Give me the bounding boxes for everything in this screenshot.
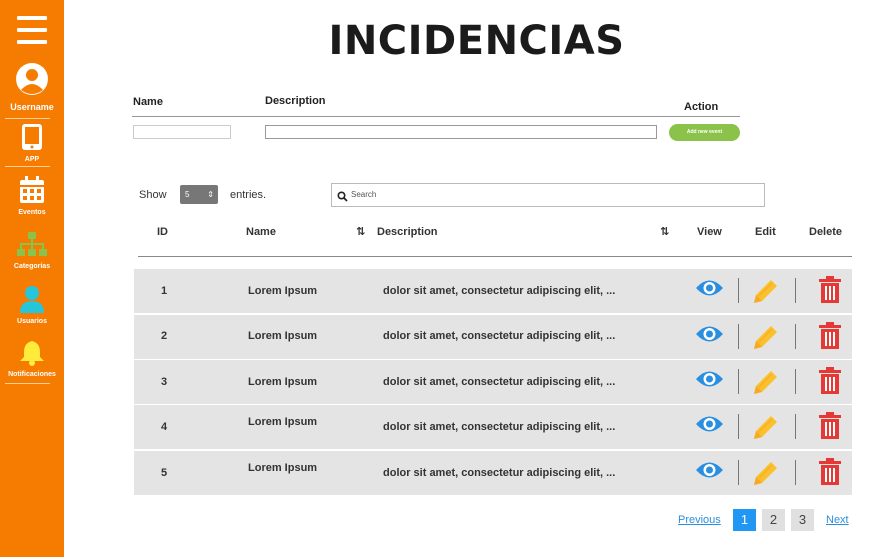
row-description: dolor sit amet, consectetur adipiscing e… <box>383 376 616 388</box>
trash-icon[interactable] <box>818 367 842 400</box>
row-id: 5 <box>161 467 168 479</box>
sidebar-user-label: Username <box>10 102 54 112</box>
form-name-label: Name <box>133 96 163 108</box>
row-description: dolor sit amet, consectetur adipiscing e… <box>383 285 616 297</box>
pagination-previous[interactable]: Previous <box>678 514 721 526</box>
form-description-label: Description <box>265 95 326 107</box>
sidebar: Username APP Eventos Categorías Usuarios… <box>0 0 64 557</box>
header-id[interactable]: ID <box>157 226 168 238</box>
sidebar-item-app[interactable]: APP <box>0 123 64 164</box>
search-placeholder: Search <box>351 190 377 199</box>
sidebar-item-label: Eventos <box>18 209 46 216</box>
row-name: Lorem Ipsum <box>248 416 318 428</box>
pencil-icon[interactable] <box>751 458 779 493</box>
sidebar-item-label: APP <box>24 156 40 163</box>
sort-icon[interactable]: ⇅ <box>660 225 669 238</box>
header-delete: Delete <box>809 226 843 238</box>
action-separator <box>738 324 739 349</box>
sidebar-item-notificaciones[interactable]: Notificaciones <box>0 340 64 379</box>
header-view: View <box>697 226 722 238</box>
row-id: 4 <box>161 421 168 433</box>
tablet-icon <box>20 124 44 155</box>
pencil-icon[interactable] <box>751 367 779 402</box>
form-divider <box>132 116 740 117</box>
pagination-next[interactable]: Next <box>826 514 849 526</box>
entries-select[interactable]: 5 ⇕ <box>180 185 218 204</box>
row-name: Lorem Ipsum <box>248 462 318 474</box>
table-row: 5 Lorem Ipsum dolor sit amet, consectetu… <box>134 451 852 495</box>
pencil-icon[interactable] <box>751 322 779 357</box>
sidebar-divider <box>5 166 50 167</box>
form-action-label: Action <box>684 101 719 113</box>
bell-icon <box>19 341 45 370</box>
row-name: Lorem Ipsum <box>248 330 318 342</box>
row-description: dolor sit amet, consectetur adipiscing e… <box>383 467 616 479</box>
search-icon <box>337 189 348 207</box>
pencil-icon[interactable] <box>751 412 779 447</box>
action-separator <box>738 460 739 485</box>
eye-icon[interactable] <box>695 368 724 395</box>
show-label: Show <box>139 189 167 201</box>
header-name[interactable]: Name <box>246 226 276 238</box>
eye-icon[interactable] <box>695 413 724 440</box>
hamburger-icon[interactable] <box>0 14 64 51</box>
row-description: dolor sit amet, consectetur adipiscing e… <box>383 330 616 342</box>
sidebar-item-label: Usuarios <box>17 318 47 325</box>
header-description[interactable]: Description <box>377 226 438 238</box>
table-row: 4 Lorem Ipsum dolor sit amet, consectetu… <box>134 405 852 449</box>
eye-icon[interactable] <box>695 459 724 486</box>
header-edit: Edit <box>755 226 776 238</box>
pagination-page-1[interactable]: 1 <box>733 509 756 531</box>
pencil-icon[interactable] <box>751 276 779 311</box>
page-title: INCIDENCIAS <box>328 18 625 64</box>
eye-icon[interactable] <box>695 277 724 304</box>
trash-icon[interactable] <box>818 458 842 491</box>
trash-icon[interactable] <box>818 412 842 445</box>
sidebar-item-label: Categorías <box>13 263 51 270</box>
action-separator <box>795 460 796 485</box>
trash-icon[interactable] <box>818 276 842 309</box>
sitemap-icon <box>17 232 47 262</box>
name-input[interactable] <box>133 125 231 139</box>
action-separator <box>795 324 796 349</box>
action-separator <box>795 414 796 439</box>
table-row: 2 Lorem Ipsum dolor sit amet, consectetu… <box>134 315 852 359</box>
sidebar-item-categorias[interactable]: Categorías <box>0 232 64 271</box>
add-new-event-button[interactable]: Add new event <box>669 124 740 141</box>
eye-icon[interactable] <box>695 323 724 350</box>
search-input[interactable]: Search <box>331 183 765 207</box>
table-row: 1 Lorem Ipsum dolor sit amet, consectetu… <box>134 269 852 313</box>
row-description: dolor sit amet, consectetur adipiscing e… <box>383 421 616 433</box>
sort-icon[interactable]: ⇅ <box>356 225 365 238</box>
row-name: Lorem Ipsum <box>248 376 318 388</box>
sidebar-item-usuarios[interactable]: Usuarios <box>0 285 64 326</box>
sidebar-divider <box>5 383 50 384</box>
pagination-page-2[interactable]: 2 <box>762 509 785 531</box>
user-circle-icon <box>15 63 49 100</box>
table-row: 3 Lorem Ipsum dolor sit amet, consectetu… <box>134 360 852 404</box>
action-separator <box>795 369 796 394</box>
entries-value: 5 <box>185 190 190 199</box>
app-root: Username APP Eventos Categorías Usuarios… <box>0 0 889 557</box>
pagination-page-3[interactable]: 3 <box>791 509 814 531</box>
row-name: Lorem Ipsum <box>248 285 318 297</box>
row-id: 3 <box>161 376 168 388</box>
entries-label: entries. <box>230 189 267 201</box>
sidebar-divider <box>5 118 50 119</box>
row-id: 2 <box>161 330 168 342</box>
row-id: 1 <box>161 285 168 297</box>
sidebar-item-eventos[interactable]: Eventos <box>0 176 64 217</box>
user-icon <box>18 286 46 317</box>
action-separator <box>738 414 739 439</box>
action-separator <box>738 369 739 394</box>
table-header-divider <box>138 256 852 257</box>
select-arrows-icon: ⇕ <box>207 190 214 199</box>
calendar-icon <box>19 176 45 208</box>
action-separator <box>795 278 796 303</box>
sidebar-user[interactable]: Username <box>0 62 64 112</box>
sidebar-item-label: Notificaciones <box>8 371 56 378</box>
description-input[interactable] <box>265 125 657 139</box>
trash-icon[interactable] <box>818 322 842 355</box>
action-separator <box>738 278 739 303</box>
